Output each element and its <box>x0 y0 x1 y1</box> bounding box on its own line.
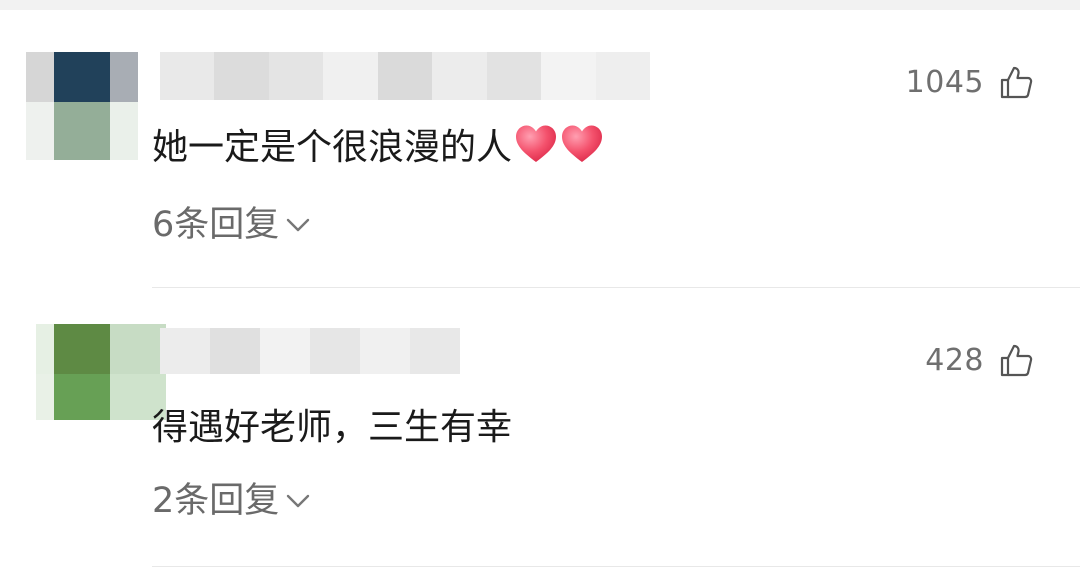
mosaic-cell <box>595 52 650 100</box>
mosaic-cell <box>110 102 138 160</box>
like-button[interactable]: 428 <box>925 342 1034 378</box>
comment-text: 得遇好老师，三生有幸 <box>152 398 512 450</box>
chevron-down-icon <box>287 218 310 231</box>
mosaic-cell <box>26 52 54 102</box>
comment-item: 1045 她一定是个很浪漫的人 6条回复 <box>0 0 1080 288</box>
mosaic-cell <box>486 52 542 100</box>
username[interactable] <box>160 328 460 374</box>
view-replies-button[interactable]: 6条回复 <box>152 196 311 247</box>
thumbs-up-icon[interactable] <box>998 64 1034 100</box>
heart-emoji-icon <box>562 125 603 162</box>
chevron-down-icon <box>287 494 310 507</box>
mosaic-cell <box>541 52 596 100</box>
mosaic-cell <box>214 52 269 100</box>
like-button[interactable]: 1045 <box>906 64 1034 100</box>
mosaic-cell <box>54 52 110 102</box>
comment-text: 她一定是个很浪漫的人 <box>152 118 604 170</box>
mosaic-cell <box>160 52 215 100</box>
mosaic-cell <box>377 52 433 100</box>
mosaic-cell <box>110 324 166 374</box>
comment-item: 428 得遇好老师，三生有幸 2条回复 <box>0 288 1080 568</box>
mosaic-cell <box>360 328 410 374</box>
mosaic-cell <box>323 52 378 100</box>
comment-body: 她一定是个很浪漫的人 <box>152 127 513 168</box>
like-count: 428 <box>925 342 984 378</box>
mosaic-cell <box>110 52 138 102</box>
mosaic-cell <box>268 52 324 100</box>
thumbs-up-icon[interactable] <box>998 342 1034 378</box>
username[interactable] <box>160 52 650 100</box>
comment-divider <box>152 566 1080 567</box>
mosaic-cell <box>260 328 310 374</box>
mosaic-cell <box>36 324 54 374</box>
comment-body: 得遇好老师，三生有幸 <box>152 407 513 448</box>
avatar[interactable] <box>36 324 166 420</box>
replies-label: 2条回复 <box>152 481 280 521</box>
mosaic-cell <box>310 328 360 374</box>
mosaic-cell <box>432 52 487 100</box>
mosaic-cell <box>54 324 110 374</box>
mosaic-cell <box>160 328 210 374</box>
mosaic-cell <box>210 328 260 374</box>
avatar[interactable] <box>26 52 138 160</box>
view-replies-button[interactable]: 2条回复 <box>152 472 311 523</box>
mosaic-cell <box>410 328 460 374</box>
mosaic-cell <box>54 102 110 160</box>
like-count: 1045 <box>905 64 984 100</box>
mosaic-cell <box>54 374 110 420</box>
mosaic-cell <box>26 102 54 160</box>
mosaic-cell <box>36 374 54 420</box>
replies-label: 6条回复 <box>152 205 280 245</box>
heart-emoji-icon <box>516 125 557 162</box>
